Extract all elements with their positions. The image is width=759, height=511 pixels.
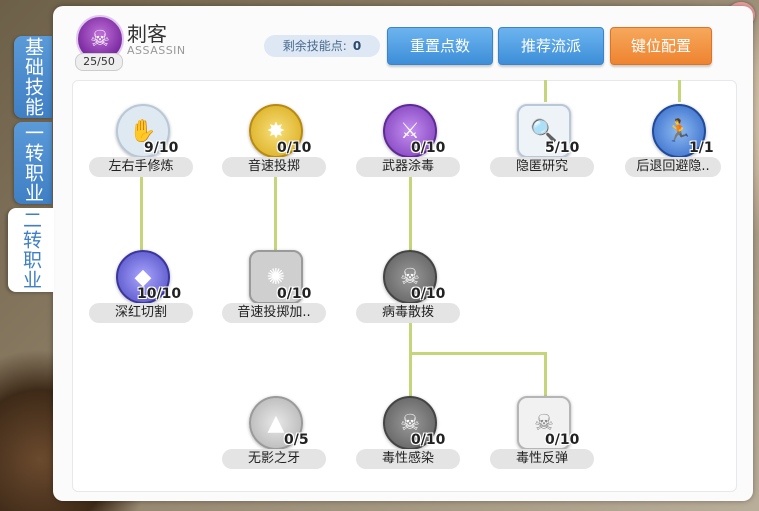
skill-node[interactable]: ✸ 0/10 音速投掷 [222,104,332,184]
class-name: 刺客 [127,22,167,46]
tab-label: 基础技能 [22,37,44,117]
tab-first-job[interactable]: 一转职业 [14,122,52,204]
tab-second-job[interactable]: 二转职业 [8,208,54,292]
skill-node[interactable]: ◆ 10/10 深红切割 [89,250,199,330]
skill-level: 1/1 [689,140,714,156]
tab-label: 一转职业 [22,123,44,203]
connector-line [678,80,681,102]
skill-node[interactable]: 🏃 1/1 后退回避隐.. [625,104,735,184]
skill-level: 9/10 [144,140,179,156]
skill-name: 音速投掷加.. [222,303,326,323]
skill-name: 病毒散拨 [356,303,460,323]
skill-node[interactable]: ⚔ 0/10 武器涂毒 [356,104,466,184]
skill-node[interactable]: ▲ 0/5 无影之牙 [222,396,332,476]
tab-basic-skills[interactable]: 基础技能 [14,36,52,118]
reset-points-button[interactable]: 重置点数 [387,27,493,65]
connector-line [409,352,546,355]
connector-line [140,176,143,254]
skill-level: 0/10 [545,432,580,448]
skill-node[interactable]: ☠ 0/10 病毒散拨 [356,250,466,330]
connector-line [544,352,547,400]
tab-label: 二转职业 [20,210,42,290]
skill-node[interactable]: ☠ 0/10 毒性反弹 [490,396,600,476]
skill-level: 10/10 [137,286,182,302]
skill-name: 深红切割 [89,303,193,323]
skill-level: 0/5 [284,432,309,448]
skill-level: 5/10 [545,140,580,156]
skill-points-badge: 剩余技能点: 0 [264,35,380,57]
skill-points-value: 0 [352,39,362,53]
skill-name: 左右手修炼 [89,157,193,177]
skill-points-label: 剩余技能点: [282,39,347,53]
skill-node[interactable]: ☠ 0/10 毒性感染 [356,396,466,476]
skill-name: 武器涂毒 [356,157,460,177]
skill-node[interactable]: ✺ 0/10 音速投掷加.. [222,250,332,330]
skill-node[interactable]: ✋ 9/10 左右手修炼 [89,104,199,184]
skill-level: 0/10 [411,286,446,302]
skill-level: 0/10 [277,140,312,156]
skill-name: 后退回避隐.. [625,157,721,177]
skill-level: 0/10 [411,432,446,448]
connector-line [409,176,412,254]
skill-name: 毒性反弹 [490,449,594,469]
connector-line [409,322,412,400]
skill-level: 0/10 [411,140,446,156]
class-name-en: ASSASSIN [127,44,186,57]
skill-name: 无影之牙 [222,449,326,469]
connector-line [544,80,547,102]
connector-line [274,176,277,254]
skill-node[interactable]: 🔍 5/10 隐匿研究 [490,104,600,184]
skill-name: 音速投掷 [222,157,326,177]
skill-name: 毒性感染 [356,449,460,469]
skill-level: 0/10 [277,286,312,302]
keybind-config-button[interactable]: 键位配置 [610,27,712,65]
recommend-build-button[interactable]: 推荐流派 [498,27,604,65]
class-level-badge: 25/50 [75,53,123,71]
skill-name: 隐匿研究 [490,157,594,177]
